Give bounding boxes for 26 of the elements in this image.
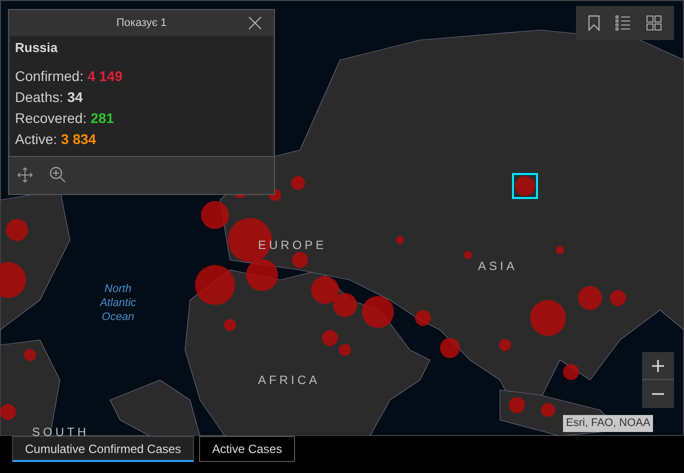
list-icon[interactable] xyxy=(614,15,631,31)
country-name: Russia xyxy=(15,39,59,57)
stat-value: 3 834 xyxy=(61,130,96,148)
grid-icon[interactable] xyxy=(646,15,662,31)
close-icon xyxy=(248,16,262,30)
plus-icon xyxy=(652,360,664,372)
tab[interactable]: Cumulative Confirmed Cases xyxy=(12,436,194,462)
region-label: ASIA xyxy=(478,258,518,275)
close-button[interactable] xyxy=(246,14,264,32)
pan-icon[interactable] xyxy=(17,167,33,183)
stat-value: 34 xyxy=(67,88,83,106)
stat-label: Deaths: xyxy=(15,88,64,106)
attribution-text: Esri, FAO, NOAA xyxy=(563,415,654,432)
bookmark-icon[interactable] xyxy=(588,15,600,31)
stat-value: 4 149 xyxy=(87,66,123,86)
stat-label: Recovered: xyxy=(15,108,87,128)
stat-label: Active: xyxy=(15,130,58,148)
popup-title: Показує 1 xyxy=(116,16,167,31)
zoom-in-icon[interactable] xyxy=(49,166,67,184)
region-label: AFRICA xyxy=(258,372,320,389)
stat-label: Confirmed: xyxy=(15,66,84,86)
selection-highlight xyxy=(512,173,538,199)
stat-value: 281 xyxy=(90,108,114,128)
ocean-label: North Atlantic Ocean xyxy=(98,282,138,324)
tab[interactable]: Active Cases xyxy=(199,436,296,462)
minus-icon xyxy=(652,393,664,395)
